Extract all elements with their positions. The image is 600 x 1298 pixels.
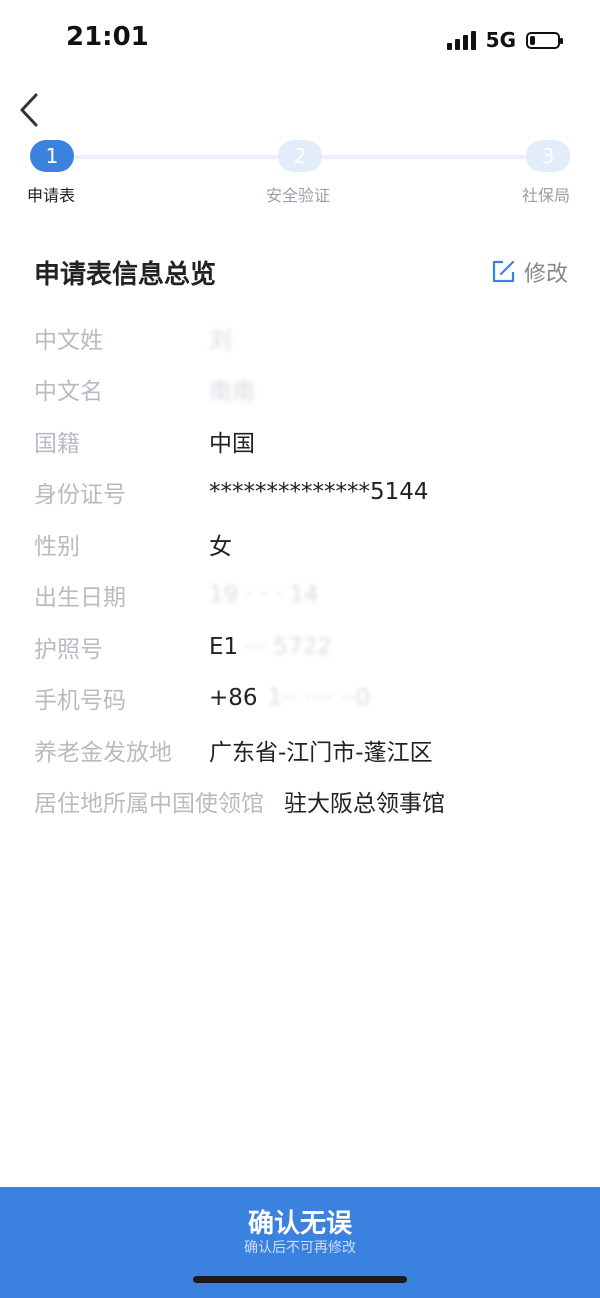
edit-label: 修改 [523, 262, 568, 287]
info-list: 中文姓 刘 中文名 南南 国籍 中国 身份证号 **************51… [34, 312, 574, 827]
info-label: 身份证号 [34, 482, 126, 509]
edit-button[interactable]: 修改 [490, 256, 568, 288]
info-label: 居住地所属中国使领馆 [34, 791, 264, 818]
info-row-surname: 中文姓 刘 [34, 312, 574, 364]
step-1-indicator: 1 [30, 140, 74, 172]
info-label: 性别 [34, 533, 80, 560]
status-time: 21:01 [66, 22, 149, 52]
info-label: 护照号 [34, 636, 103, 663]
info-value-masked: ··· 5722 [244, 633, 332, 660]
info-value: 驻大阪总领事馆 [284, 791, 445, 818]
info-label: 手机号码 [34, 688, 126, 715]
step-connector [74, 155, 278, 159]
info-label: 国籍 [34, 430, 80, 457]
info-row-phone: 手机号码 +86 1·· ···· ··0 [34, 673, 574, 725]
step-1-label: 申请表 [27, 186, 76, 205]
step-2-label: 安全验证 [266, 186, 331, 205]
battery-level [530, 35, 535, 45]
info-value: 刘 [209, 327, 232, 354]
info-value: 中国 [209, 430, 255, 457]
progress-stepper: 1 2 3 申请表 安全验证 社保局 [0, 138, 600, 208]
edit-icon [492, 260, 515, 283]
info-value-masked: 1·· ···· ··0 [267, 685, 370, 712]
info-value: +86 [209, 685, 258, 712]
info-label: 出生日期 [34, 585, 126, 612]
step-3-indicator: 3 [526, 140, 570, 172]
info-value: E1 [209, 633, 239, 660]
info-value: 女 [209, 533, 232, 560]
battery-icon [526, 31, 563, 49]
info-label: 中文名 [34, 379, 103, 406]
step-connector [322, 155, 526, 159]
info-label: 中文姓 [34, 327, 103, 354]
confirm-title: 确认无误 [247, 1209, 352, 1239]
status-bar: 21:01 5G [0, 0, 600, 80]
step-2-indicator: 2 [278, 140, 322, 172]
info-value: 19 · · · 14 [209, 582, 319, 609]
info-row-pension-location: 养老金发放地 广东省-江门市-蓬江区 [34, 724, 574, 776]
step-3-label: 社保局 [522, 186, 571, 205]
info-row-gender: 性别 女 [34, 518, 574, 570]
network-type: 5G [485, 28, 516, 52]
info-value: 南南 [209, 379, 255, 406]
confirm-subtitle: 确认后不可再修改 [244, 1240, 356, 1256]
page-title: 申请表信息总览 [34, 260, 217, 290]
home-indicator [193, 1276, 407, 1283]
info-row-passport: 护照号 E1 ··· 5722 [34, 621, 574, 673]
info-value: **************5144 [209, 479, 429, 506]
info-row-given-name: 中文名 南南 [34, 364, 574, 416]
info-row-nationality: 国籍 中国 [34, 415, 574, 467]
status-indicators: 5G [446, 26, 563, 54]
signal-icon [446, 30, 476, 50]
info-row-birth-date: 出生日期 19 · · · 14 [34, 570, 574, 622]
info-row-consulate: 居住地所属中国使领馆 驻大阪总领事馆 [34, 776, 574, 828]
info-row-id-number: 身份证号 **************5144 [34, 467, 574, 519]
info-label: 养老金发放地 [34, 739, 172, 766]
chevron-left-icon [20, 93, 38, 127]
info-value: 广东省-江门市-蓬江区 [209, 739, 433, 766]
back-button[interactable] [12, 90, 48, 130]
